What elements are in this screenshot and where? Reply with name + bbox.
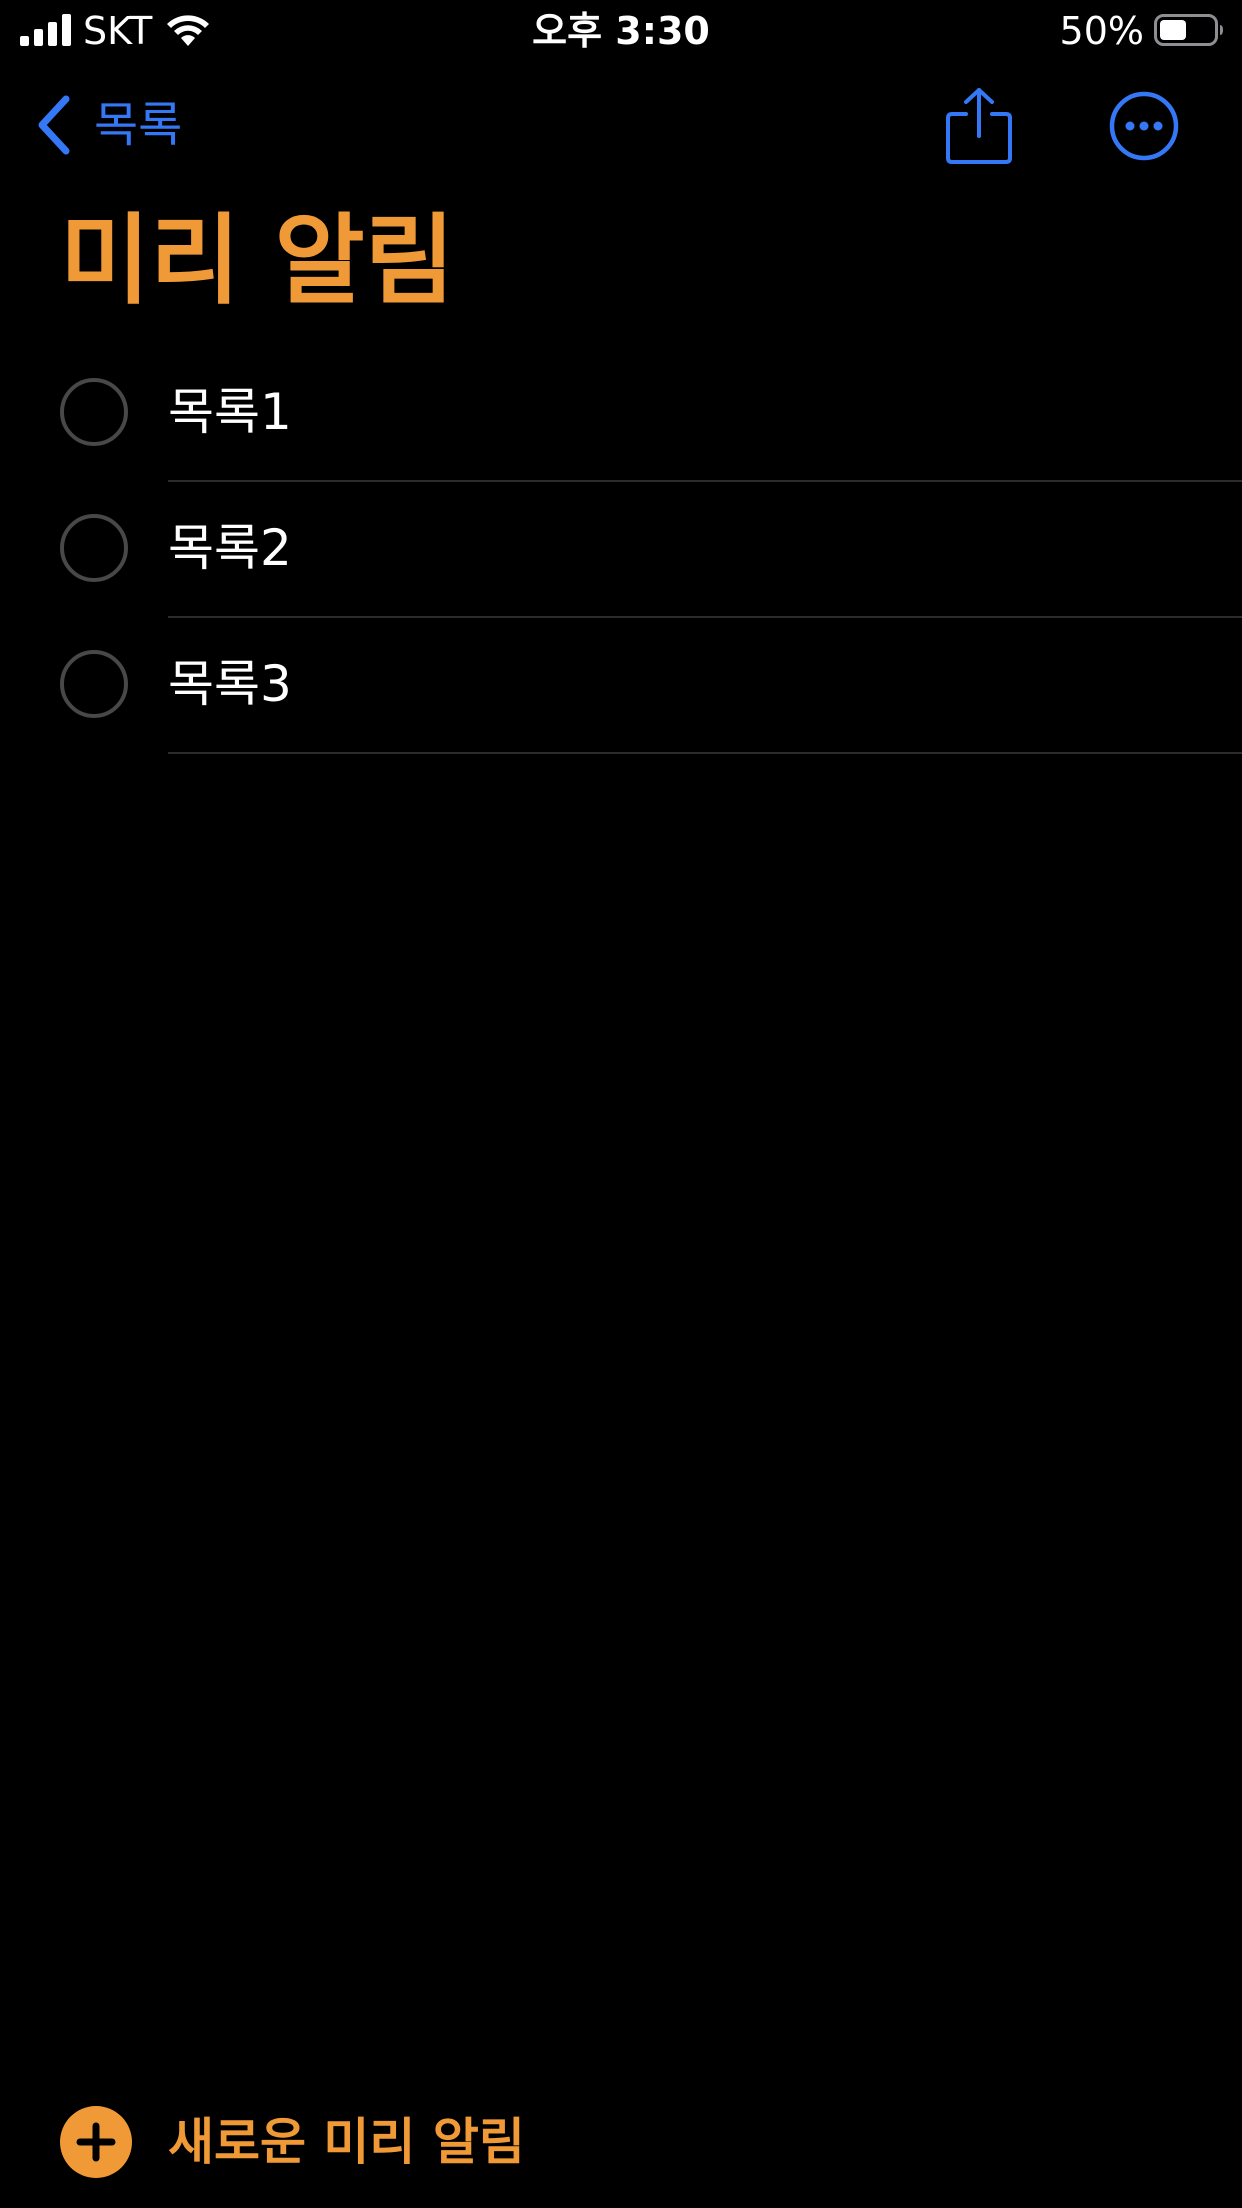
more-icon[interactable] [1108,90,1180,162]
page-title: 미리 알림 [60,204,455,318]
plus-circle-icon [60,2106,132,2178]
reminder-row[interactable]: 목록2 [0,482,1242,618]
back-label: 목록 [94,97,183,153]
share-icon[interactable] [944,86,1014,166]
status-time: 오후 3:30 [532,9,710,53]
reminder-row[interactable]: 목록1 [0,346,1242,482]
reminder-row[interactable]: 목록3 [0,618,1242,754]
back-button[interactable]: 목록 [34,90,182,160]
reminder-list: 목록1 목록2 목록3 [0,346,1242,754]
reminder-checkbox[interactable] [60,650,128,718]
row-divider [168,752,1242,754]
reminder-checkbox[interactable] [60,514,128,582]
reminder-title[interactable]: 목록3 [168,652,292,716]
status-bar: SKT 오후 3:30 50% [0,0,1242,62]
reminder-title[interactable]: 목록1 [168,380,292,444]
reminder-checkbox[interactable] [60,378,128,446]
chevron-left-icon [38,95,70,155]
reminder-title[interactable]: 목록2 [168,516,292,580]
new-reminder-label: 새로운 미리 알림 [168,2113,525,2171]
battery-percentage: 50% [1059,9,1144,53]
new-reminder-button[interactable]: 새로운 미리 알림 [60,2106,525,2178]
battery-icon [1154,14,1223,46]
